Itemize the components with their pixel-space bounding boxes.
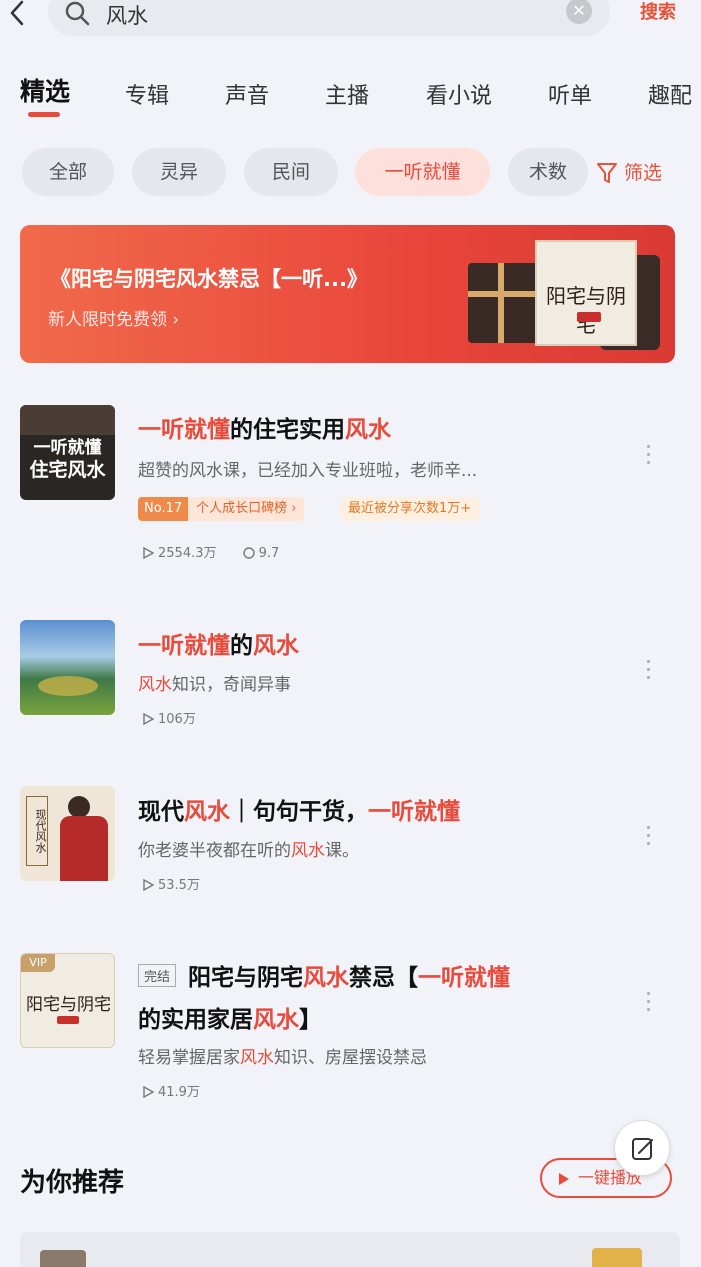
tab-sounds[interactable]: 声音 [225, 78, 269, 110]
album-cover [20, 620, 115, 715]
tab-albums[interactable]: 专辑 [125, 78, 169, 110]
banner-cover-text: 阳宅与阴宅 [546, 284, 626, 337]
active-tab-indicator [28, 112, 60, 117]
banner-cover: 阳宅与阴宅 [535, 240, 637, 346]
vip-badge: VIP [21, 954, 55, 972]
result-title[interactable]: 一听就懂的风水 [138, 626, 299, 660]
promo-banner[interactable]: 《阳宅与阴宅风水禁忌【一听...》 新人限时免费领 › 阳宅与阴宅 [20, 225, 675, 363]
play-icon [559, 1173, 569, 1185]
result-meta: 2554.3万 9.7 [142, 542, 279, 561]
recommend-heading: 为你推荐 [20, 1168, 125, 1198]
play-count-icon [143, 712, 155, 726]
cover-line-2: 住宅风水 [29, 459, 106, 481]
play-count-icon [143, 546, 155, 560]
tab-dubbing[interactable]: 趣配 [648, 78, 692, 110]
comment-icon [242, 547, 255, 559]
gift-box-icon [468, 263, 538, 343]
result-description: 轻易掌握居家风水知识、房屋摆设禁忌 [138, 1048, 427, 1068]
rank-number: No.17 [138, 497, 189, 521]
cover-text: 阳宅与阴宅 [26, 995, 111, 1015]
filter-button[interactable]: 筛选 [596, 158, 662, 185]
search-input[interactable]: 风水 ✕ [48, 0, 610, 36]
more-icon[interactable] [644, 826, 652, 848]
chip-folk[interactable]: 民间 [244, 148, 338, 196]
rank-tag[interactable]: No.17 个人成长口碑榜 › [138, 497, 305, 521]
result-title[interactable]: 完结 阳宅与阴宅风水禁忌【一听就懂 [138, 958, 510, 992]
album-cover: 现代风水 [20, 786, 115, 881]
result-description: 你老婆半夜都在听的风水课。 [138, 841, 359, 861]
result-description: 超赞的风水课，已经加入专业班啦，老师辛... [138, 461, 478, 481]
result-title-line-2[interactable]: 的实用家居风水】 [138, 1000, 322, 1034]
top-bar: 风水 ✕ 搜索 [0, 0, 701, 40]
result-meta: 53.5万 [142, 874, 200, 893]
search-query[interactable]: 风水 [106, 0, 148, 30]
filter-label: 筛选 [624, 162, 663, 184]
recommend-list-item[interactable] [20, 1232, 680, 1267]
play-count-icon [143, 878, 155, 892]
tab-hosts[interactable]: 主播 [325, 78, 369, 110]
cover-text: 现代风水 [26, 796, 48, 866]
result-meta: 41.9万 [142, 1081, 200, 1100]
search-icon [64, 0, 90, 30]
seal-stamp [577, 312, 601, 322]
album-cover: 一听就懂 住宅风水 [20, 405, 115, 500]
recommend-thumbnail [40, 1250, 86, 1267]
completed-badge: 完结 [138, 964, 177, 987]
tab-novels[interactable]: 看小说 [426, 78, 492, 110]
tab-playlists[interactable]: 听单 [548, 78, 592, 110]
chip-supernatural[interactable]: 灵异 [132, 148, 226, 196]
banner-title: 《阳宅与阴宅风水禁忌【一听...》 [50, 267, 368, 291]
chip-numerology[interactable]: 术数 [508, 148, 588, 196]
result-description: 风水知识，奇闻异事 [138, 675, 291, 695]
clear-icon[interactable]: ✕ [566, 0, 592, 24]
more-icon[interactable] [644, 992, 652, 1014]
play-count-icon [143, 1085, 155, 1099]
result-title[interactable]: 一听就懂的住宅实用风水 [138, 410, 391, 444]
chip-all[interactable]: 全部 [22, 148, 114, 196]
more-icon[interactable] [644, 660, 652, 682]
more-icon[interactable] [644, 445, 652, 467]
result-title[interactable]: 现代风水｜句句干货，一听就懂 [138, 792, 460, 826]
chip-easy-understand[interactable]: 一听就懂 [355, 148, 490, 196]
album-cover: VIP 阳宅与阴宅 [20, 953, 115, 1048]
edit-icon [632, 1138, 653, 1160]
edit-floating-button[interactable] [614, 1120, 670, 1176]
recommend-thumbnail [592, 1248, 642, 1267]
back-icon[interactable] [8, 0, 32, 26]
hot-tag: 最近被分享次数1万+ [340, 497, 480, 521]
rank-text: 个人成长口碑榜 › [188, 497, 305, 521]
search-button[interactable]: 搜索 [640, 0, 676, 24]
tab-featured[interactable]: 精选 [20, 72, 70, 108]
funnel-icon [597, 163, 617, 183]
category-tabs: 精选 专辑 声音 主播 看小说 听单 趣配 [0, 72, 701, 122]
result-meta: 106万 [142, 708, 196, 727]
banner-subtitle[interactable]: 新人限时免费领 › [48, 305, 179, 330]
